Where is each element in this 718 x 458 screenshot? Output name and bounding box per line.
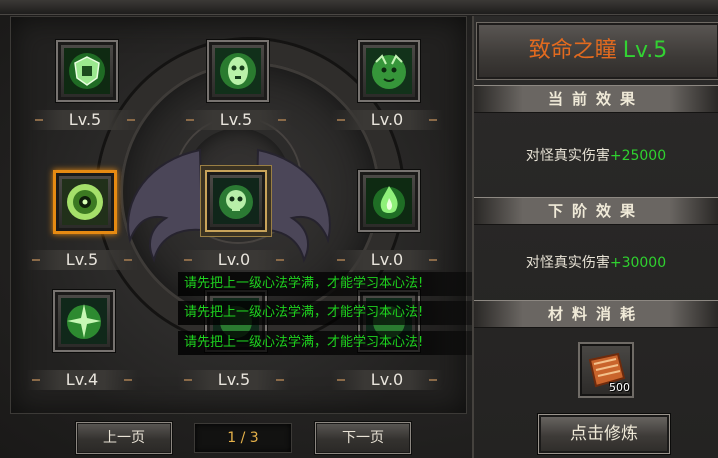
- next-effect-label: 对怪真实伤害: [525, 255, 610, 271]
- current-effect: 对怪真实伤害+25000: [474, 145, 718, 165]
- current-effect-heading: 当前效果: [474, 85, 718, 113]
- skill-level: Lv.0: [331, 110, 443, 130]
- current-effect-value: +25000: [609, 148, 667, 164]
- prev-page-button[interactable]: 上一页: [76, 422, 172, 454]
- next-page-button[interactable]: 下一页: [315, 422, 411, 454]
- skill-level: Lv.0: [178, 250, 290, 270]
- current-effect-label: 对怪真实伤害: [525, 148, 610, 164]
- next-effect: 对怪真实伤害+30000: [474, 252, 718, 272]
- skill-level: Lv.0: [331, 250, 443, 270]
- shield-rune-icon[interactable]: [56, 40, 118, 102]
- next-effect-value: +30000: [609, 255, 667, 271]
- next-effect-heading: 下阶效果: [474, 197, 718, 225]
- skill-level: Lv.4: [26, 370, 138, 390]
- skull-ring-icon[interactable]: [205, 170, 267, 232]
- warning-message: 请先把上一级心法学满，才能学习本心法!: [178, 301, 494, 325]
- spirit-burst-icon[interactable]: [53, 290, 115, 352]
- skill-level: Lv.5: [26, 250, 138, 270]
- skill-title-level: Lv.5: [622, 38, 668, 63]
- warning-message: 请先把上一级心法学满，才能学习本心法!: [178, 272, 494, 296]
- warning-message: 请先把上一级心法学满，才能学习本心法!: [178, 331, 494, 355]
- skill-title: 致命之瞳 Lv.5: [476, 22, 718, 80]
- skill-level: Lv.5: [178, 370, 290, 390]
- practice-button[interactable]: 点击修炼: [538, 414, 670, 454]
- skill-level: Lv.5: [29, 110, 141, 130]
- green-flame-icon[interactable]: [358, 170, 420, 232]
- skill-level: Lv.5: [180, 110, 292, 130]
- skill-level: Lv.0: [331, 370, 443, 390]
- page-indicator: 1 / 3: [194, 423, 292, 453]
- eye-orb-icon[interactable]: [53, 170, 117, 234]
- skill-name: 致命之瞳: [528, 38, 617, 63]
- tiger-head-icon[interactable]: [358, 40, 420, 102]
- material-slot[interactable]: 500: [578, 342, 634, 398]
- material-heading: 材料消耗: [474, 300, 718, 328]
- material-count: 500: [609, 381, 630, 394]
- tribal-mask-icon[interactable]: [207, 40, 269, 102]
